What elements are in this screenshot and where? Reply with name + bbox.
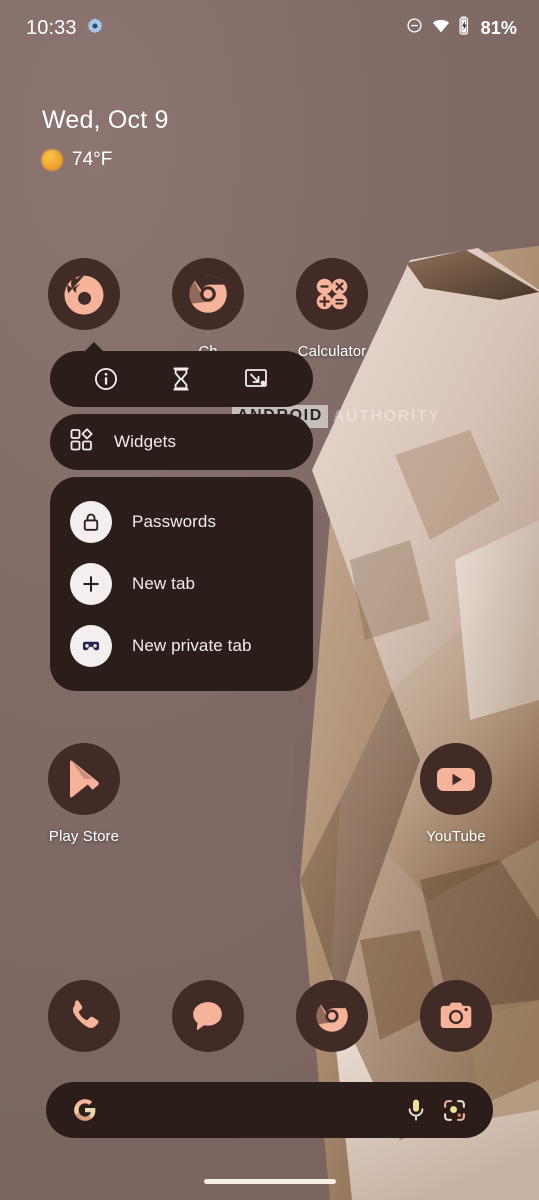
shortcut-passwords[interactable]: Passwords [50, 491, 313, 553]
app-info-icon[interactable] [86, 359, 126, 399]
chrome-icon[interactable] [172, 258, 244, 330]
popup-action-row[interactable] [50, 351, 313, 407]
play-store-icon[interactable] [48, 743, 120, 815]
widgets-label: Widgets [114, 432, 177, 451]
popup-widgets-row[interactable]: Widgets [50, 414, 313, 470]
date-label: Wed, Oct 9 [42, 106, 169, 134]
popup-shortcut-list[interactable]: Passwords New tab New private tab [50, 477, 313, 691]
status-bar-right: 81% [406, 16, 517, 40]
app-label-play-store: Play Store [48, 828, 120, 845]
widgets-icon [70, 427, 94, 457]
mask-icon [70, 625, 112, 667]
google-search-bar[interactable] [46, 1082, 493, 1138]
app-youtube[interactable]: YouTube [396, 743, 516, 845]
app-play-store[interactable]: Play Store [24, 743, 144, 845]
google-lens-icon[interactable] [435, 1091, 473, 1129]
date-weather-widget[interactable]: Wed, Oct 9 74°F [42, 106, 169, 171]
temperature-label: 74°F [72, 149, 113, 170]
dock-camera[interactable] [420, 980, 492, 1052]
calculator-icon[interactable] [296, 258, 368, 330]
shortcut-new-private-tab[interactable]: New private tab [50, 615, 313, 677]
shortcut-new-tab[interactable]: New tab [50, 553, 313, 615]
app-label-youtube: YouTube [426, 828, 486, 845]
status-bar-left: 10:33 [26, 17, 104, 40]
settings-gear-icon [86, 17, 104, 40]
dock-chrome[interactable] [296, 980, 368, 1052]
app-chrome-top[interactable]: Ch [148, 258, 268, 360]
youtube-icon[interactable] [420, 743, 492, 815]
app-calculator[interactable]: Calculator [272, 258, 392, 360]
shortcut-label-new-tab: New tab [132, 574, 196, 593]
do-not-disturb-icon [406, 17, 423, 39]
battery-percent-label: 81% [480, 17, 517, 38]
status-bar: 10:33 81% [0, 0, 539, 56]
battery-charging-icon [459, 16, 472, 40]
app-timer-hourglass-icon[interactable] [161, 359, 201, 399]
app-firefox[interactable] [24, 258, 144, 330]
shortcut-label-passwords: Passwords [132, 512, 217, 531]
shortcut-label-new-private-tab: New private tab [132, 636, 252, 655]
weather-row[interactable]: 74°F [42, 149, 169, 171]
split-screen-icon[interactable] [237, 359, 277, 399]
plus-icon [70, 563, 112, 605]
google-g-icon [66, 1091, 104, 1129]
firefox-icon[interactable] [48, 258, 120, 330]
dock-phone[interactable] [48, 980, 120, 1052]
watermark-authority: AUTHORITY [332, 407, 441, 425]
microphone-icon[interactable] [397, 1091, 435, 1129]
wifi-icon [432, 17, 450, 40]
status-clock: 10:33 [26, 16, 77, 39]
home-gesture-pill[interactable] [203, 1179, 336, 1184]
lock-icon [70, 501, 112, 543]
dock-messages[interactable] [172, 980, 244, 1052]
sun-icon [42, 150, 62, 170]
app-long-press-popup[interactable]: Widgets Passwords New tab New private ta… [50, 342, 313, 691]
dock [0, 980, 539, 1060]
